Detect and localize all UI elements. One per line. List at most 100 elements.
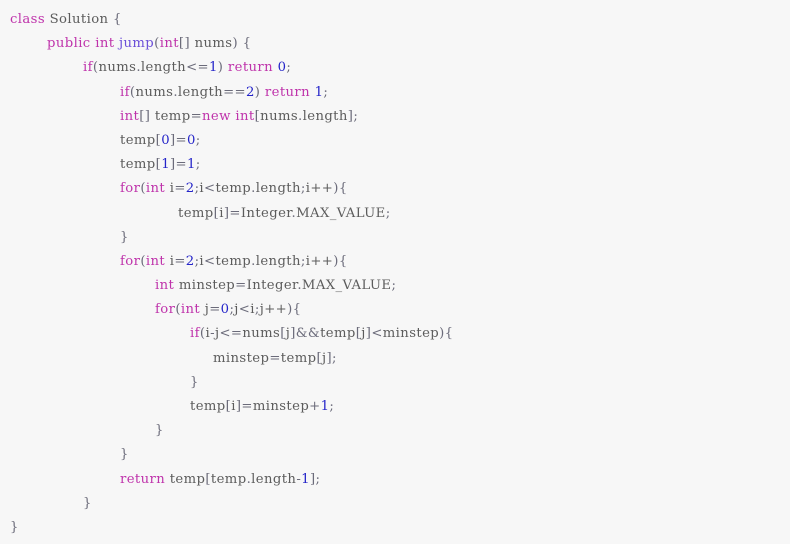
code-token-punc: = [175, 157, 187, 173]
code-token-kw: int [95, 36, 115, 52]
code-token-punc: ; [195, 132, 201, 148]
code-token-id: temp [215, 253, 252, 269]
code-token-punc: } [155, 423, 164, 439]
code-token-id: MAX_VALUE [301, 278, 392, 294]
code-line: temp[0]=0; [0, 129, 790, 153]
code-token-id: Integer [246, 278, 298, 294]
code-token-punc: } [190, 374, 199, 390]
code-line: for(int j=0;j<i;j++){ [0, 298, 790, 322]
code-line: minstep=temp[j]; [0, 347, 790, 371]
code-token-id: temp [280, 350, 317, 366]
code-token-kw: if [120, 84, 130, 100]
code-token-fn: jump [119, 36, 155, 52]
code-token-kw: int [180, 302, 201, 318]
code-token-num: 1 [187, 157, 196, 173]
code-block[interactable]: class Solution {public int jump(int[] nu… [0, 8, 790, 540]
code-token-punc: ; [353, 108, 359, 124]
code-token-id: length [140, 60, 187, 76]
code-token-punc: { [292, 302, 302, 318]
code-token-punc: { [338, 181, 348, 197]
code-token-id: i++ [305, 253, 334, 269]
code-token-kw: int [159, 36, 179, 52]
code-line: } [0, 492, 790, 516]
code-token-punc: { [444, 326, 454, 342]
code-line: temp[i]=minstep+1; [0, 395, 790, 419]
code-token-id: nums [135, 84, 174, 100]
code-token-punc: = [269, 350, 281, 366]
code-token-punc: { [113, 12, 122, 27]
code-token-punc: = [209, 302, 221, 318]
code-token-kw: for [120, 181, 141, 197]
code-token-kw: return [227, 60, 274, 76]
code-token-num: 1 [161, 157, 170, 173]
code-token-id: temp [178, 205, 214, 221]
code-token-num: 1 [208, 60, 218, 76]
code-token-punc: < [204, 253, 216, 269]
code-token-punc: ; [332, 350, 337, 366]
code-token-kw: if [83, 60, 93, 76]
code-token-kw: int [145, 181, 166, 197]
code-token-punc: } [120, 447, 129, 463]
code-token-num: 2 [185, 253, 195, 269]
code-token-kw: int [235, 108, 255, 124]
code-line: if(nums.length<=1) return 0; [0, 56, 790, 80]
code-token-id: nums [260, 108, 299, 124]
code-token-num: 0 [187, 132, 196, 148]
code-token-punc: < [204, 181, 216, 197]
code-line: int[] temp=new int[nums.length]; [0, 105, 790, 129]
code-token-punc: = [174, 253, 186, 269]
code-token-punc: <= [186, 60, 209, 76]
code-token-id: nums [98, 60, 137, 76]
code-token-id: nums [242, 326, 281, 342]
code-token-kw: int [145, 253, 166, 269]
code-token-id: minstep [213, 350, 270, 366]
code-token-id: i++ [305, 181, 334, 197]
code-token-id: minstep [252, 399, 310, 414]
code-token-punc: + [309, 399, 321, 414]
code-token-id: temp [190, 399, 226, 414]
code-line: } [0, 419, 790, 443]
code-token-kw: for [155, 302, 176, 318]
code-token-punc: = [241, 399, 253, 414]
code-token-punc: ; [315, 471, 321, 487]
code-token-punc: = [190, 108, 203, 124]
code-token-id: minstep [382, 326, 440, 342]
code-viewer[interactable]: class Solution {public int jump(int[] nu… [0, 0, 790, 544]
code-token-id: length [302, 108, 348, 124]
code-token-punc: ; [195, 157, 201, 173]
code-line: if(i-j<=nums[j]&&temp[j]<minstep){ [0, 322, 790, 346]
code-token-kw: new [202, 108, 231, 124]
code-token-punc: = [174, 181, 186, 197]
code-token-punc: ; [286, 60, 292, 76]
code-line: } [0, 443, 790, 467]
code-token-kw: return [120, 471, 166, 487]
code-line: return temp[temp.length-1]; [0, 468, 790, 492]
code-token-punc: { [338, 253, 348, 269]
code-line: for(int i=2;i<temp.length;i++){ [0, 250, 790, 274]
code-line: } [0, 371, 790, 395]
code-token-punc: = [175, 132, 187, 148]
code-token-kw: class [10, 12, 46, 27]
code-line: } [0, 516, 790, 540]
code-token-id: temp [154, 108, 191, 124]
code-line: for(int i=2;i<temp.length;i++){ [0, 177, 790, 201]
code-token-id: Solution [49, 12, 109, 27]
code-token-num: 0 [161, 132, 170, 148]
code-token-punc: == [223, 84, 246, 100]
code-token-id: temp [320, 326, 356, 342]
code-token-id: j++ [259, 302, 288, 318]
code-token-punc: ; [329, 399, 335, 414]
code-token-punc: ; [391, 278, 397, 294]
code-token-punc: } [10, 519, 19, 535]
code-line: temp[1]=1; [0, 153, 790, 177]
code-token-punc: <= [219, 326, 243, 342]
code-token-punc: [] [178, 36, 191, 52]
code-token-punc: = [235, 278, 247, 294]
code-token-punc: { [242, 36, 252, 52]
code-token-id: length [255, 253, 301, 269]
code-token-id: temp [120, 132, 156, 148]
code-token-num: 2 [245, 84, 255, 100]
code-token-id: length [251, 471, 297, 487]
code-token-num: 1 [301, 471, 310, 487]
code-token-id: temp [215, 181, 252, 197]
